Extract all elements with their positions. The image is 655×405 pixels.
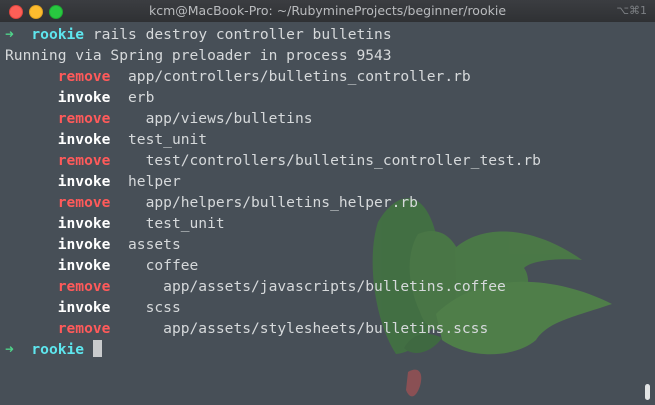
generator-action-line: invoke assets — [5, 234, 655, 255]
action-target: app/views/bulletins — [128, 110, 313, 127]
generator-action-line: invoke coffee — [5, 255, 655, 276]
text-cursor[interactable] — [92, 340, 102, 357]
terminal-content[interactable]: ➜ rookie rails destroy controller bullet… — [0, 22, 655, 405]
action-target: app/controllers/bulletins_controller.rb — [128, 68, 471, 85]
generator-action-line: invoke helper — [5, 171, 655, 192]
action-target: test_unit — [128, 215, 225, 232]
terminal-output: ➜ rookie rails destroy controller bullet… — [5, 24, 655, 360]
invoke-label: invoke — [57, 299, 111, 316]
action-target: scss — [128, 299, 181, 316]
generator-action-line: remove app/views/bulletins — [5, 108, 655, 129]
generator-action-line: invoke erb — [5, 87, 655, 108]
invoke-label: invoke — [57, 131, 111, 148]
generator-action-line: invoke scss — [5, 297, 655, 318]
invoke-label: invoke — [57, 173, 111, 190]
action-target: helper — [128, 173, 181, 190]
command-text: rails destroy controller bulletins — [92, 26, 392, 43]
action-target: app/assets/stylesheets/bulletins.scss — [128, 320, 489, 337]
action-target: app/helpers/bulletins_helper.rb — [128, 194, 418, 211]
prompt-arrow-icon: ➜ — [5, 26, 14, 43]
action-target: test_unit — [128, 131, 208, 148]
action-target: assets — [128, 236, 181, 253]
invoke-label: invoke — [57, 236, 111, 253]
generator-action-line: invoke test_unit — [5, 213, 655, 234]
action-target: test/controllers/bulletins_controller_te… — [128, 152, 541, 169]
action-target: erb — [128, 89, 155, 106]
generator-action-list: remove app/controllers/bulletins_control… — [5, 66, 655, 339]
action-target: coffee — [128, 257, 199, 274]
action-target: app/assets/javascripts/bulletins.coffee — [128, 278, 506, 295]
remove-label: remove — [57, 110, 111, 127]
remove-label: remove — [57, 152, 111, 169]
generator-action-line: remove test/controllers/bulletins_contro… — [5, 150, 655, 171]
remove-label: remove — [57, 320, 111, 337]
command-line: ➜ rookie rails destroy controller bullet… — [5, 24, 655, 45]
remove-label: remove — [57, 68, 111, 85]
generator-action-line: remove app/assets/javascripts/bulletins.… — [5, 276, 655, 297]
invoke-label: invoke — [57, 215, 111, 232]
scrollbar-thumb[interactable] — [645, 384, 650, 400]
current-prompt-line: ➜ rookie — [5, 339, 655, 360]
invoke-label: invoke — [57, 257, 111, 274]
prompt-arrow-icon: ➜ — [5, 341, 14, 358]
remove-label: remove — [57, 278, 111, 295]
generator-action-line: invoke test_unit — [5, 129, 655, 150]
window-shortcut: ⌥⌘1 — [616, 4, 647, 17]
spring-preloader-line: Running via Spring preloader in process … — [5, 47, 392, 64]
generator-action-line: remove app/controllers/bulletins_control… — [5, 66, 655, 87]
remove-label: remove — [57, 194, 111, 211]
generator-action-line: remove app/assets/stylesheets/bulletins.… — [5, 318, 655, 339]
prompt-directory: rookie — [31, 26, 85, 43]
prompt-directory: rookie — [31, 341, 85, 358]
window-title: kcm@MacBook-Pro: ~/RubymineProjects/begi… — [148, 3, 507, 18]
terminal-window: kcm@MacBook-Pro: ~/RubymineProjects/begi… — [0, 0, 655, 405]
invoke-label: invoke — [57, 89, 111, 106]
title-bar[interactable]: kcm@MacBook-Pro: ~/RubymineProjects/begi… — [0, 0, 655, 23]
generator-action-line: remove app/helpers/bulletins_helper.rb — [5, 192, 655, 213]
